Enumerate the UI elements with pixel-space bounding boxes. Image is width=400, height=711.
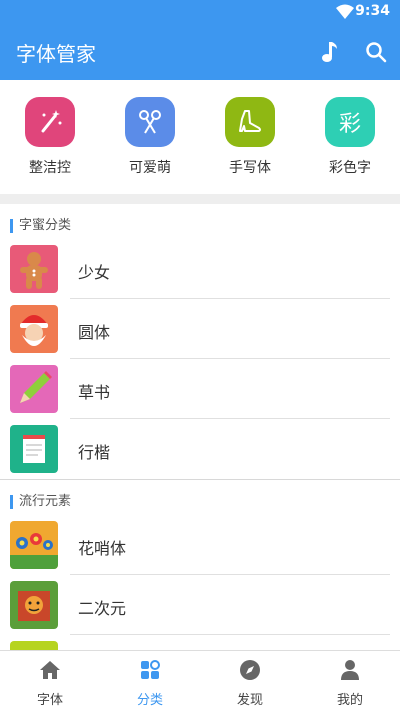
pencil-icon xyxy=(10,365,58,413)
tab-label: 字体 xyxy=(36,693,63,708)
quick-item-color-text[interactable]: 彩 彩色字 xyxy=(310,97,390,177)
compass-icon xyxy=(240,660,260,680)
list-item[interactable]: 花哨体 xyxy=(0,515,400,575)
flowers-icon xyxy=(10,521,58,569)
santa-icon xyxy=(10,305,58,353)
magic-wand-icon xyxy=(25,97,75,147)
app-bar: 字体管家 xyxy=(0,24,400,80)
section-title-trending: 流行元素 xyxy=(10,495,71,509)
gingerbread-icon xyxy=(10,245,58,293)
list-item-label: 花哨体 xyxy=(78,539,127,558)
list-item[interactable]: 行楷 xyxy=(0,419,400,479)
tab-profile[interactable]: 我的 xyxy=(300,651,400,711)
list-item-partial[interactable] xyxy=(0,635,400,650)
search-icon[interactable] xyxy=(364,40,388,64)
bottom-tab-bar: 字体 分类 发现 我的 xyxy=(0,650,400,710)
quick-item-cute[interactable]: 可爱萌 xyxy=(110,97,190,177)
section-divider xyxy=(0,479,400,480)
home-icon xyxy=(40,661,60,679)
wifi-icon xyxy=(336,4,354,19)
quick-categories: 整洁控 可爱萌 手写体 彩 彩色字 xyxy=(0,80,400,194)
person-icon xyxy=(341,660,359,680)
quick-item-label: 手写体 xyxy=(229,160,271,176)
grid-icon xyxy=(141,660,160,679)
list-item-label: 行楷 xyxy=(78,443,111,462)
list-item[interactable]: 圆体 xyxy=(0,299,400,359)
status-bar: 9:34 xyxy=(0,0,400,24)
tab-label: 发现 xyxy=(236,693,263,708)
list-item-label: 圆体 xyxy=(78,323,111,342)
list-item[interactable]: 二次元 xyxy=(0,575,400,635)
quick-item-tidy[interactable]: 整洁控 xyxy=(10,97,90,177)
list-item[interactable]: 草书 xyxy=(0,359,400,419)
app-title: 字体管家 xyxy=(16,42,96,66)
quick-item-label: 整洁控 xyxy=(29,160,71,176)
quick-item-handwriting[interactable]: 手写体 xyxy=(210,97,290,177)
notepad-icon xyxy=(10,425,58,473)
section-separator xyxy=(0,194,400,204)
quick-item-label: 彩色字 xyxy=(329,160,371,176)
tab-label: 分类 xyxy=(136,693,163,708)
anime-character-icon xyxy=(10,581,58,629)
tab-categories[interactable]: 分类 xyxy=(100,651,200,711)
list-item-label: 二次元 xyxy=(78,599,127,618)
list-item-thumbnail xyxy=(10,641,58,650)
section-title-categories: 字蜜分类 xyxy=(10,219,71,233)
tab-label: 我的 xyxy=(336,693,363,708)
color-text-icon: 彩 xyxy=(325,97,375,147)
tab-fonts[interactable]: 字体 xyxy=(0,651,100,711)
high-heel-icon xyxy=(225,97,275,147)
list-item-label: 草书 xyxy=(78,383,111,402)
music-icon[interactable] xyxy=(318,40,340,64)
tab-discover[interactable]: 发现 xyxy=(200,651,300,711)
list-item-label: 少女 xyxy=(78,263,111,282)
scissors-icon xyxy=(125,97,175,147)
status-time: 9:34 xyxy=(355,3,390,19)
list-item[interactable]: 少女 xyxy=(0,239,400,299)
quick-item-label: 可爱萌 xyxy=(129,160,171,176)
